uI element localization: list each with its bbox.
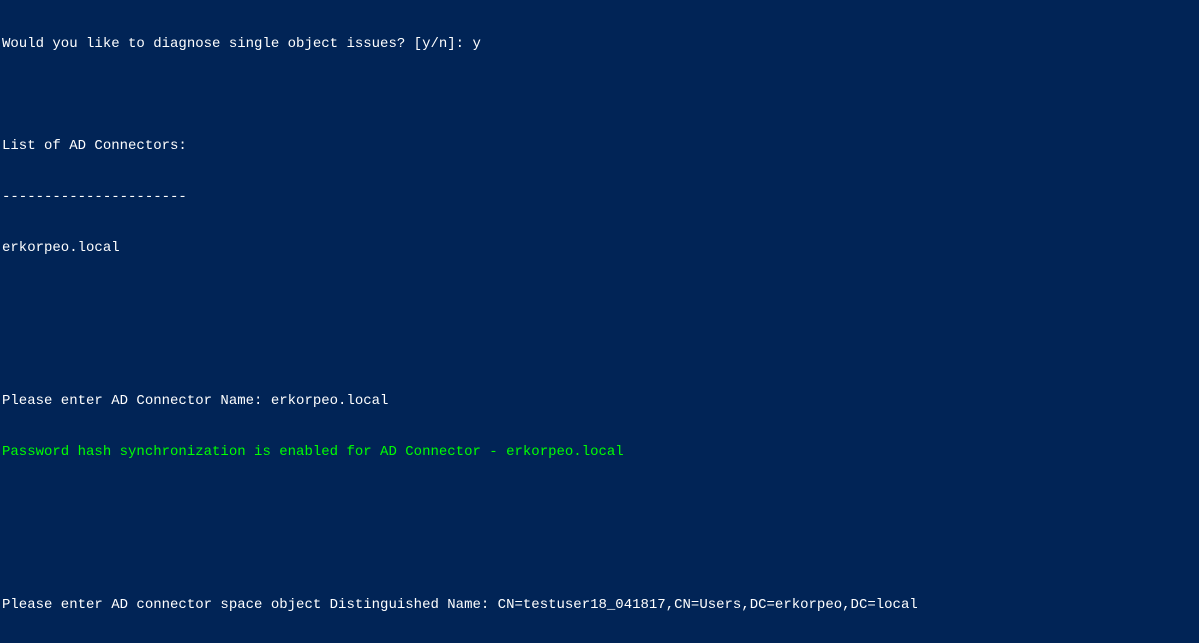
connectors-title: List of AD Connectors: bbox=[2, 138, 1197, 155]
prompt-diagnose: Would you like to diagnose single object… bbox=[2, 36, 1197, 53]
powershell-terminal[interactable]: Would you like to diagnose single object… bbox=[0, 0, 1199, 643]
msg-phs-enabled: Password hash synchronization is enabled… bbox=[2, 444, 1197, 461]
connectors-rule: ---------------------- bbox=[2, 189, 1197, 206]
connector-item: erkorpeo.local bbox=[2, 240, 1197, 257]
prompt-connector-name: Please enter AD Connector Name: erkorpeo… bbox=[2, 393, 1197, 410]
prompt-dn: Please enter AD connector space object D… bbox=[2, 597, 1197, 614]
